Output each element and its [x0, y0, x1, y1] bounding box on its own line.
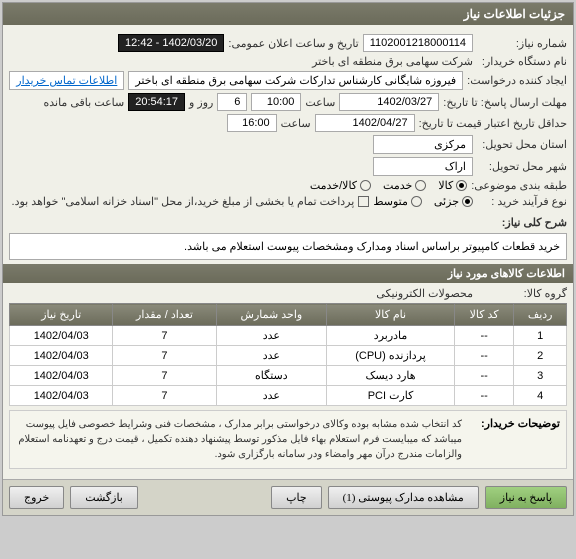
note-text: کد انتخاب شده مشابه بوده وکالای درخواستی… — [16, 417, 462, 462]
th-name[interactable]: نام کالا — [327, 304, 455, 326]
table-cell: هارد دیسک — [327, 366, 455, 386]
th-date[interactable]: تاریخ نیاز — [10, 304, 113, 326]
table-cell: 1402/04/03 — [10, 366, 113, 386]
table-row[interactable]: 1--مادربردعدد71402/04/03 — [10, 326, 567, 346]
province-label: استان محل تحویل: — [477, 138, 567, 151]
reply-button[interactable]: پاسخ به نیاز — [485, 486, 567, 509]
note-label: توضیحات خریدار: — [470, 417, 560, 462]
radio-mid[interactable] — [411, 196, 422, 207]
table-cell: عدد — [216, 326, 327, 346]
province-value: مرکزی — [373, 135, 473, 154]
deadline-time: 10:00 — [251, 93, 301, 111]
process-label: نوع فرآیند خرید : — [477, 195, 567, 208]
table-cell: پردازنده (CPU) — [327, 346, 455, 366]
creator-value: فیروزه شایگانی کارشناس تدارکات شرکت سهام… — [128, 71, 463, 90]
table-cell: 7 — [113, 366, 216, 386]
deadline-label: مهلت ارسال پاسخ: تا تاریخ: — [443, 96, 567, 109]
table-row[interactable]: 3--هارد دیسکدستگاه71402/04/03 — [10, 366, 567, 386]
radio-service[interactable] — [415, 180, 426, 191]
table-cell: 3 — [514, 366, 567, 386]
group-value: محصولات الکترونیکی — [376, 287, 473, 300]
print-button[interactable]: چاپ — [271, 486, 322, 509]
table-cell: عدد — [216, 386, 327, 406]
time-label-2: ساعت — [281, 117, 311, 130]
city-value: اراک — [373, 157, 473, 176]
table-cell: 7 — [113, 346, 216, 366]
category-label: طبقه بندی موضوعی: — [471, 179, 567, 192]
opt-goods-label: کالا — [438, 179, 453, 192]
process-radio-group: جزئی متوسط — [373, 195, 473, 208]
city-label: شهر محل تحویل: — [477, 160, 567, 173]
table-cell: 1402/04/03 — [10, 346, 113, 366]
opt-service-label: خدمت — [383, 179, 412, 192]
table-cell: 1 — [514, 326, 567, 346]
main-window: جزئیات اطلاعات نیاز شماره نیاز: 11020012… — [2, 2, 574, 516]
table-cell: -- — [454, 346, 513, 366]
table-cell: عدد — [216, 346, 327, 366]
validity-time: 16:00 — [227, 114, 277, 132]
remaining-label: ساعت باقی مانده — [43, 96, 124, 109]
back-button[interactable]: بازگشت — [70, 486, 138, 509]
table-cell: دستگاه — [216, 366, 327, 386]
table-cell: -- — [454, 366, 513, 386]
days-value: 6 — [217, 93, 247, 111]
validity-label: حداقل تاریخ اعتبار قیمت تا تاریخ: — [419, 117, 567, 130]
desc-label: شرح کلی نیاز: — [477, 216, 567, 229]
creator-label: ایجاد کننده درخواست: — [467, 74, 567, 87]
table-cell: -- — [454, 386, 513, 406]
table-cell: 1402/04/03 — [10, 386, 113, 406]
need-no-label: شماره نیاز: — [477, 37, 567, 50]
th-code[interactable]: کد کالا — [454, 304, 513, 326]
table-row[interactable]: 2--پردازنده (CPU)عدد71402/04/03 — [10, 346, 567, 366]
table-cell: کارت PCI — [327, 386, 455, 406]
days-label: روز و — [189, 96, 213, 109]
th-unit[interactable]: واحد شمارش — [216, 304, 327, 326]
radio-goods[interactable] — [456, 180, 467, 191]
opt-mid-label: متوسط — [373, 195, 408, 208]
attachments-button[interactable]: مشاهده مدارک پیوستی (1) — [328, 486, 479, 509]
footer-bar: پاسخ به نیاز مشاهده مدارک پیوستی (1) چاپ… — [3, 479, 573, 515]
table-cell: 2 — [514, 346, 567, 366]
table-row[interactable]: 4--کارت PCIعدد71402/04/03 — [10, 386, 567, 406]
group-label: گروه کالا: — [477, 287, 567, 300]
th-row[interactable]: ردیف — [514, 304, 567, 326]
items-table: ردیف کد کالا نام کالا واحد شمارش تعداد /… — [9, 303, 567, 406]
opt-both-label: کالا/خدمت — [310, 179, 357, 192]
content-area: شماره نیاز: 1102001218000114 تاریخ و ساع… — [3, 25, 573, 479]
items-section-header: اطلاعات کالاهای مورد نیاز — [3, 264, 573, 283]
exit-button[interactable]: خروج — [9, 486, 64, 509]
category-radio-group: کالا خدمت کالا/خدمت — [310, 179, 467, 192]
radio-both[interactable] — [360, 180, 371, 191]
payment-checkbox[interactable] — [358, 196, 369, 207]
table-header-row: ردیف کد کالا نام کالا واحد شمارش تعداد /… — [10, 304, 567, 326]
th-qty[interactable]: تعداد / مقدار — [113, 304, 216, 326]
validity-date: 1402/04/27 — [315, 114, 415, 132]
table-cell: 7 — [113, 386, 216, 406]
public-dt-value: 1402/03/20 - 12:42 — [118, 34, 224, 52]
buyer-value: شرکت سهامی برق منطقه ای باختر — [312, 55, 473, 68]
window-title: جزئیات اطلاعات نیاز — [3, 3, 573, 25]
contact-link[interactable]: اطلاعات تماس خریدار — [9, 71, 124, 90]
need-no-value: 1102001218000114 — [363, 34, 473, 52]
remaining-time: 20:54:17 — [128, 93, 185, 111]
table-cell: مادربرد — [327, 326, 455, 346]
buyer-note-box: توضیحات خریدار: کد انتخاب شده مشابه بوده… — [9, 410, 567, 469]
table-cell: 7 — [113, 326, 216, 346]
public-dt-label: تاریخ و ساعت اعلان عمومی: — [228, 37, 358, 50]
payment-note: پرداخت تمام یا بخشی از مبلغ خرید،از محل … — [12, 195, 355, 208]
desc-text: خرید قطعات کامپیوتر براساس اسناد ومدارک … — [9, 233, 567, 260]
table-cell: 1402/04/03 — [10, 326, 113, 346]
opt-low-label: جزئی — [434, 195, 459, 208]
buyer-label: نام دستگاه خریدار: — [477, 55, 567, 68]
deadline-date: 1402/03/27 — [339, 93, 439, 111]
radio-low[interactable] — [462, 196, 473, 207]
table-cell: 4 — [514, 386, 567, 406]
table-cell: -- — [454, 326, 513, 346]
time-label-1: ساعت — [305, 96, 335, 109]
